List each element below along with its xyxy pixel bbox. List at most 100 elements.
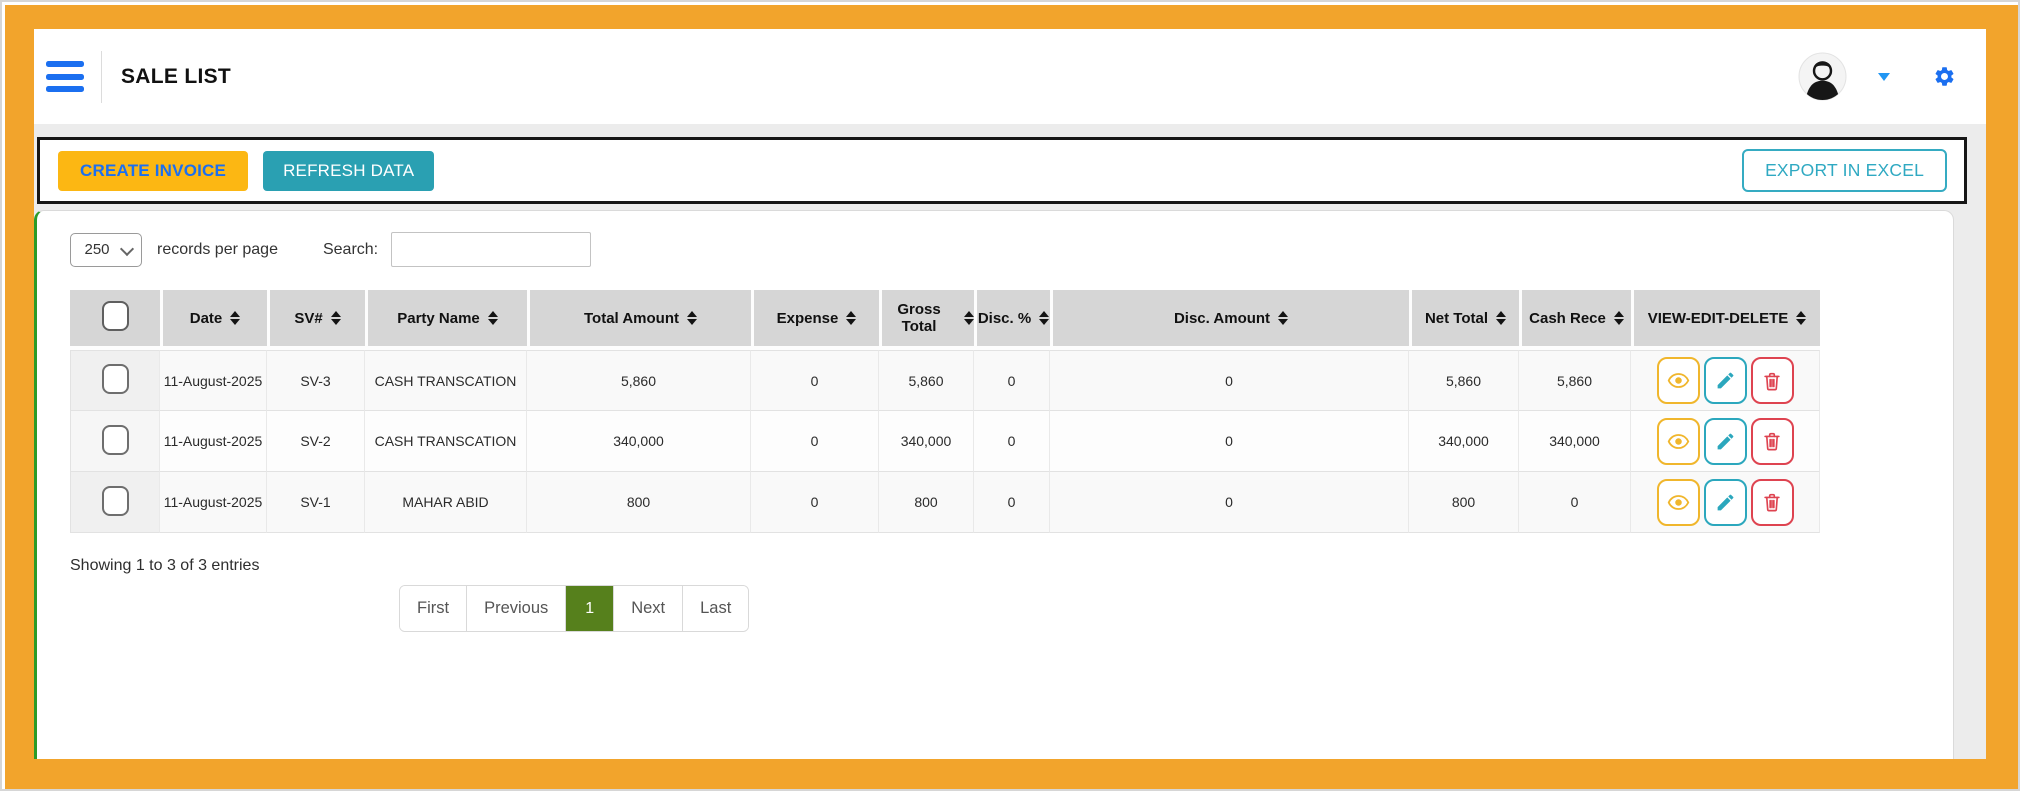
table-row: 11-August-2025 SV-3 CASH TRANSCATION 5,8… <box>70 350 1820 411</box>
table-controls: 250 records per page Search: <box>70 232 1953 267</box>
cell-cash-rece: 340,000 <box>1519 411 1631 472</box>
col-header-disc-amount[interactable]: Disc. Amount <box>1050 290 1409 350</box>
header-bar: SALE LIST <box>34 29 1986 124</box>
col-header-net-total[interactable]: Net Total <box>1409 290 1519 350</box>
sort-icon <box>1278 311 1288 325</box>
page-title: SALE LIST <box>121 65 231 89</box>
cell-disc-amount: 0 <box>1050 411 1409 472</box>
create-invoice-button[interactable]: CREATE INVOICE <box>58 151 248 191</box>
menu-hamburger-icon[interactable] <box>46 61 84 92</box>
cell-gross-total: 5,860 <box>879 350 974 411</box>
view-eye-button[interactable] <box>1657 479 1700 526</box>
table-row: 11-August-2025 SV-2 CASH TRANSCATION 340… <box>70 411 1820 472</box>
pagination-previous-button[interactable]: Previous <box>466 586 565 631</box>
cell-date: 11-August-2025 <box>160 411 267 472</box>
sort-icon <box>230 311 240 325</box>
cell-net-total: 800 <box>1409 472 1519 533</box>
cell-total-amount: 800 <box>527 472 751 533</box>
app-window: SALE LIST <box>0 0 2020 791</box>
search-input[interactable] <box>391 232 591 267</box>
delete-trash-button[interactable] <box>1751 479 1794 526</box>
refresh-data-button[interactable]: REFRESH DATA <box>263 151 434 191</box>
app-body: SALE LIST <box>34 29 1986 759</box>
cell-cash-rece: 5,860 <box>1519 350 1631 411</box>
edit-pencil-button[interactable] <box>1704 418 1747 465</box>
col-header-party-name[interactable]: Party Name <box>365 290 527 350</box>
col-header-disc-pct[interactable]: Disc. % <box>974 290 1050 350</box>
settings-gear-icon[interactable] <box>1933 65 1956 88</box>
row-actions <box>1657 418 1794 465</box>
cell-sv: SV-1 <box>267 472 365 533</box>
select-all-header <box>70 290 160 350</box>
col-header-sv[interactable]: SV# <box>267 290 365 350</box>
col-header-gross-total[interactable]: Gross Total <box>879 290 974 350</box>
col-header-view-edit-delete[interactable]: VIEW-EDIT-DELETE <box>1631 290 1820 350</box>
records-per-page-label: records per page <box>157 241 278 259</box>
cell-party-name: MAHAR ABID <box>365 472 527 533</box>
showing-entries-text: Showing 1 to 3 of 3 entries <box>70 557 1953 575</box>
cell-net-total: 340,000 <box>1409 411 1519 472</box>
cell-expense: 0 <box>751 411 879 472</box>
row-checkbox[interactable] <box>102 425 129 455</box>
cell-sv: SV-3 <box>267 350 365 411</box>
cell-gross-total: 340,000 <box>879 411 974 472</box>
sort-icon <box>846 311 856 325</box>
col-header-expense[interactable]: Expense <box>751 290 879 350</box>
row-actions <box>1657 479 1794 526</box>
sales-table: Date SV# Party Name Total Amount Expense… <box>70 290 1820 533</box>
chevron-down-icon[interactable] <box>1878 73 1890 81</box>
person-icon <box>1798 52 1847 101</box>
row-actions <box>1657 357 1794 404</box>
records-select-wrap: 250 <box>70 233 142 267</box>
row-checkbox[interactable] <box>102 364 129 394</box>
sort-icon <box>964 311 974 325</box>
cell-party-name: CASH TRANSCATION <box>365 411 527 472</box>
delete-trash-button[interactable] <box>1751 357 1794 404</box>
view-eye-button[interactable] <box>1657 418 1700 465</box>
user-avatar[interactable] <box>1798 52 1847 101</box>
delete-trash-button[interactable] <box>1751 418 1794 465</box>
cell-actions <box>1631 411 1820 472</box>
col-header-cash-rece[interactable]: Cash Rece <box>1519 290 1631 350</box>
pagination-page-1-button[interactable]: 1 <box>565 586 613 631</box>
sort-icon <box>1496 311 1506 325</box>
sort-icon <box>488 311 498 325</box>
pagination-next-button[interactable]: Next <box>613 586 682 631</box>
table-header-row: Date SV# Party Name Total Amount Expense… <box>70 290 1820 350</box>
cell-gross-total: 800 <box>879 472 974 533</box>
col-header-date[interactable]: Date <box>160 290 267 350</box>
cell-date: 11-August-2025 <box>160 472 267 533</box>
pagination-first-button[interactable]: First <box>400 586 466 631</box>
view-eye-button[interactable] <box>1657 357 1700 404</box>
cell-actions <box>1631 472 1820 533</box>
records-per-page-select[interactable]: 250 <box>70 233 142 267</box>
cell-expense: 0 <box>751 350 879 411</box>
cell-sv: SV-2 <box>267 411 365 472</box>
header-right <box>1798 52 1956 101</box>
cell-cash-rece: 0 <box>1519 472 1631 533</box>
sort-icon <box>687 311 697 325</box>
sort-icon <box>1796 311 1806 325</box>
cell-disc-pct: 0 <box>974 472 1050 533</box>
orange-frame: SALE LIST <box>5 5 2018 789</box>
header-divider <box>101 51 102 103</box>
content-panel: 250 records per page Search: Date <box>34 210 1954 759</box>
row-checkbox[interactable] <box>102 486 129 516</box>
search-label: Search: <box>323 241 378 259</box>
edit-pencil-button[interactable] <box>1704 357 1747 404</box>
sort-icon <box>1039 311 1049 325</box>
select-all-checkbox[interactable] <box>102 301 129 331</box>
export-excel-button[interactable]: EXPORT IN EXCEL <box>1742 149 1947 192</box>
cell-total-amount: 340,000 <box>527 411 751 472</box>
pagination-last-button[interactable]: Last <box>682 586 748 631</box>
cell-date: 11-August-2025 <box>160 350 267 411</box>
cell-expense: 0 <box>751 472 879 533</box>
edit-pencil-button[interactable] <box>1704 479 1747 526</box>
sort-icon <box>1614 311 1624 325</box>
toolbar: CREATE INVOICE REFRESH DATA EXPORT IN EX… <box>37 137 1967 204</box>
col-header-total-amount[interactable]: Total Amount <box>527 290 751 350</box>
pagination: First Previous 1 Next Last <box>399 585 749 632</box>
cell-party-name: CASH TRANSCATION <box>365 350 527 411</box>
cell-disc-amount: 0 <box>1050 350 1409 411</box>
cell-actions <box>1631 350 1820 411</box>
